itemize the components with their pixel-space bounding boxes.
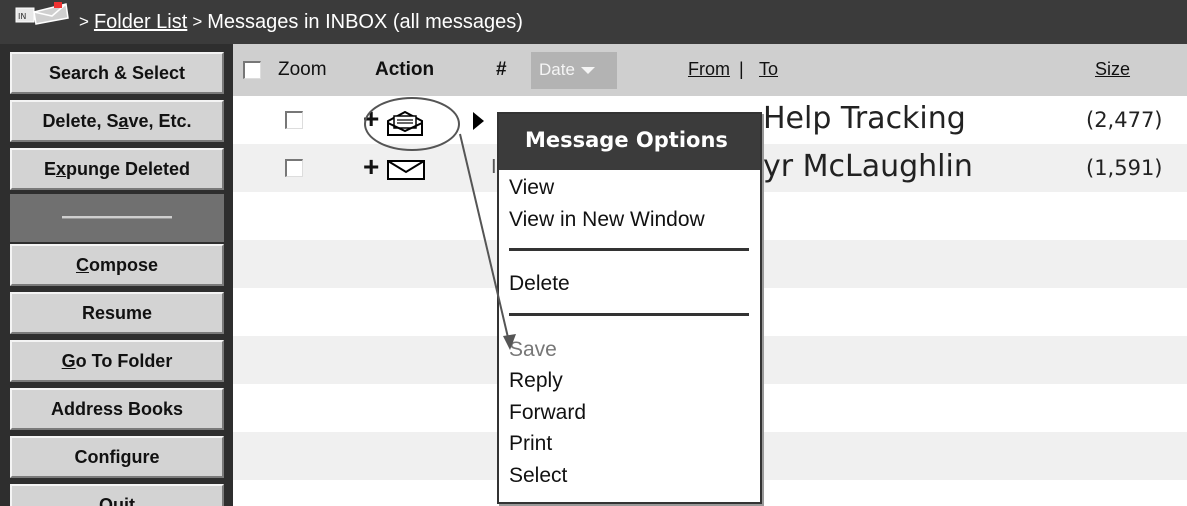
annotation-arrow	[459, 133, 516, 350]
